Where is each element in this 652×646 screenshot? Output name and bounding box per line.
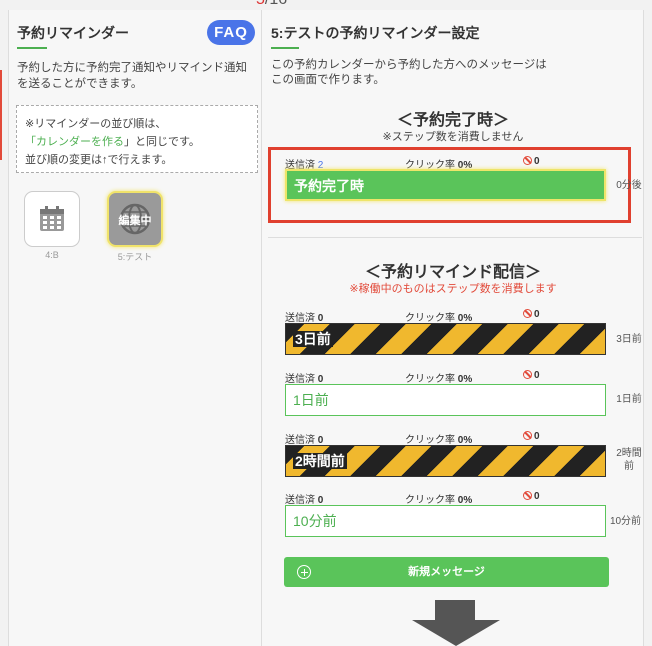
reminder-caption: 5:テスト: [117, 252, 153, 262]
sort-order-note: ※リマインダーの並び順は、 「カレンダーを作る」と同じです。 並び順の変更は↑で…: [16, 105, 258, 173]
message-2hours[interactable]: 2時間前: [285, 445, 606, 477]
block-stat: 0: [523, 491, 540, 502]
down-arrow-icon: [412, 600, 500, 646]
message-timing: 3日前: [616, 334, 642, 345]
editing-badge: 編集中: [118, 215, 152, 227]
reminder-heading: ＜予約リマインド配信＞: [364, 264, 541, 281]
message-label: 2時間前: [293, 453, 347, 469]
panel-description: 予約した方に予約完了通知やリマインド通知 を送ることができます。: [17, 60, 259, 92]
note-text: 」と同じです。: [124, 136, 200, 148]
title-underline: [271, 47, 299, 49]
new-message-label: 新規メッセージ: [408, 566, 485, 578]
block-stat: 0: [523, 309, 540, 320]
reminder-icon-box[interactable]: [24, 191, 80, 247]
message-label: 3日前: [293, 331, 333, 347]
block-count: 0: [534, 309, 540, 320]
note-line: 並び順の変更は↑で行えます。: [25, 154, 173, 166]
settings-title: 5:テストの予約リマインダー設定: [271, 25, 480, 41]
plus-circle-icon: [297, 565, 311, 579]
block-icon: [523, 156, 532, 165]
message-stats: 送信済 0 クリック率 0% 0: [285, 370, 615, 385]
message-timing: 2時間 前: [614, 447, 644, 473]
calendar-icon: [40, 206, 64, 231]
message-timing: 1日前: [616, 394, 642, 405]
faq-button[interactable]: FAQ: [207, 20, 255, 45]
reminder-settings-panel: 5:テストの予約リマインダー設定 この予約カレンダーから予約した方へのメッセージ…: [262, 10, 644, 646]
counter-rest: /16: [265, 0, 287, 8]
description-line: この予約カレンダーから予約した方へのメッセージは: [271, 59, 547, 71]
note-line: 「カレンダーを作る」と同じです。: [25, 133, 249, 151]
page-counter: 5/16: [0, 0, 652, 10]
block-icon: [523, 431, 532, 440]
note-bracket: 「: [25, 136, 36, 148]
timing-line: 2時間: [616, 448, 642, 459]
description-line: この画面で作ります。: [271, 74, 385, 86]
message-stats: 送信済 2 クリック率 0% 0: [285, 156, 615, 171]
reminder-item-active[interactable]: 編集中 5:テスト: [107, 191, 163, 263]
reminder-subheading: ※稼働中のものはステップ数を消費します: [349, 283, 557, 295]
description-line: 予約した方に予約完了通知やリマインド通知: [17, 62, 247, 74]
click-stat: クリック率 0%: [405, 309, 472, 324]
counter-current: 5: [256, 0, 265, 8]
block-icon: [523, 370, 532, 379]
description-line: を送ることができます。: [17, 78, 143, 90]
click-stat: クリック率 0%: [405, 431, 472, 446]
message-timing: 0分後: [616, 180, 642, 191]
title-underline: [17, 47, 47, 49]
completion-subheading: ※ステップ数を消費しません: [382, 131, 524, 143]
reminder-caption: 4:B: [45, 250, 59, 260]
block-icon: [523, 309, 532, 318]
timing-line: 前: [624, 461, 634, 472]
left-edge-marker: [0, 70, 2, 160]
settings-description: この予約カレンダーから予約した方へのメッセージは この画面で作ります。: [271, 58, 631, 88]
click-stat: クリック率 0%: [405, 370, 472, 385]
block-icon: [523, 491, 532, 500]
message-stats: 送信済 0 クリック率 0% 0: [285, 491, 615, 506]
sent-stat: 送信済 0: [285, 491, 323, 506]
panel-title: 予約リマインダー: [17, 25, 129, 41]
click-stat: クリック率 0%: [405, 491, 472, 506]
message-10min[interactable]: 10分前: [285, 505, 606, 537]
reminder-item[interactable]: 4:B: [24, 191, 80, 260]
message-1day[interactable]: 1日前: [285, 384, 606, 416]
sent-stat: 送信済 0: [285, 309, 323, 324]
message-stats: 送信済 0 クリック率 0% 0: [285, 309, 615, 324]
sent-stat: 送信済 0: [285, 431, 323, 446]
block-count: 0: [534, 370, 540, 381]
create-calendar-link[interactable]: カレンダーを作る: [36, 136, 124, 148]
new-message-button[interactable]: 新規メッセージ: [284, 557, 609, 587]
note-line: ※リマインダーの並び順は、: [25, 118, 167, 130]
reminder-icon-box[interactable]: 編集中: [107, 191, 163, 247]
message-stats: 送信済 0 クリック率 0% 0: [285, 431, 615, 446]
block-count: 0: [534, 156, 540, 167]
block-stat: 0: [523, 370, 540, 381]
block-stat: 0: [523, 431, 540, 442]
completion-heading: ＜予約完了時＞: [396, 112, 509, 129]
message-timing: 10分前: [609, 516, 642, 527]
section-divider: [268, 237, 642, 238]
block-count: 0: [534, 491, 540, 502]
reminder-list-panel: 予約リマインダー FAQ 予約した方に予約完了通知やリマインド通知 を送ることが…: [8, 10, 262, 646]
block-count: 0: [534, 431, 540, 442]
sent-stat: 送信済 0: [285, 370, 323, 385]
block-stat: 0: [523, 156, 540, 167]
message-completion[interactable]: 予約完了時: [285, 169, 606, 201]
message-3days[interactable]: 3日前: [285, 323, 606, 355]
